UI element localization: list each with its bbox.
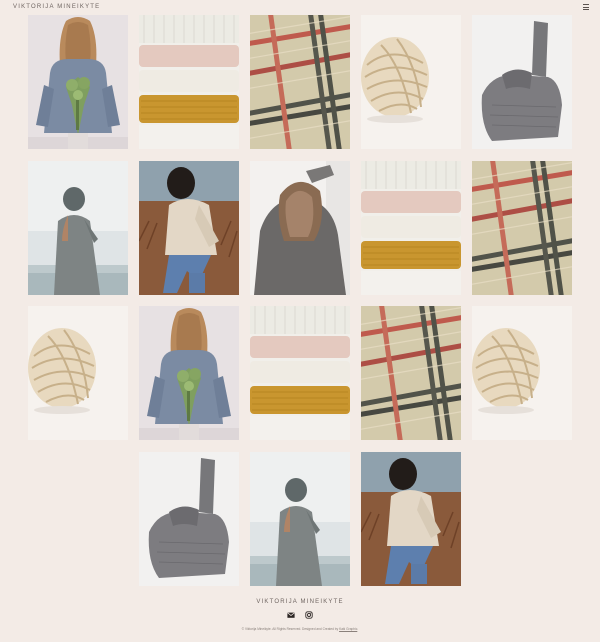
- instagram-icon[interactable]: [305, 611, 313, 619]
- site-title[interactable]: VIKTORIJA MINEIKYTE: [13, 4, 100, 10]
- gallery-photo-woman-sweater-bouquet[interactable]: [28, 15, 128, 149]
- gallery-photo-yarn-ball[interactable]: [472, 306, 572, 440]
- gallery-photo-woman-beanie-cardigan[interactable]: [250, 452, 350, 586]
- gallery-photo-yarn-ball[interactable]: [28, 306, 128, 440]
- gallery-photo-woman-sitting-field[interactable]: [361, 452, 461, 586]
- email-icon[interactable]: [287, 611, 295, 619]
- gallery-photo-plaid-knit-closeup[interactable]: [472, 161, 572, 295]
- gallery-photo-yarn-ball[interactable]: [361, 15, 461, 149]
- gallery-photo-plaid-knit-closeup[interactable]: [361, 306, 461, 440]
- gallery-photo-grey-sweater-flatlay[interactable]: [139, 452, 239, 586]
- social-links: [287, 611, 313, 619]
- gallery-photo-folded-knits[interactable]: [250, 306, 350, 440]
- gallery-photo-woman-beanie-cardigan[interactable]: [28, 161, 128, 295]
- hamburger-menu-icon[interactable]: [583, 4, 589, 10]
- gallery-photo-woman-sweater-bouquet[interactable]: [139, 306, 239, 440]
- gallery-photo-woman-sitting-field[interactable]: [139, 161, 239, 295]
- top-bar: VIKTORIJA MINEIKYTE: [0, 0, 600, 16]
- gallery-photo-folded-knits[interactable]: [361, 161, 461, 295]
- gallery-photo-grey-sweater-flatlay[interactable]: [472, 15, 572, 149]
- footer-title: VIKTORIJA MINEIKYTE: [256, 599, 344, 605]
- gallery-photo-plaid-knit-closeup[interactable]: [250, 15, 350, 149]
- copyright-notice: © Viktorija Mineikyte. All Rights Reserv…: [0, 627, 600, 631]
- copyright-text: © Viktorija Mineikyte. All Rights Reserv…: [241, 627, 340, 631]
- gallery-photo-folded-knits[interactable]: [139, 15, 239, 149]
- credit-link[interactable]: Kaki Graphic: [339, 627, 357, 631]
- copyright-end: .: [357, 627, 359, 631]
- gallery-photo-woman-hair-sweater[interactable]: [250, 161, 350, 295]
